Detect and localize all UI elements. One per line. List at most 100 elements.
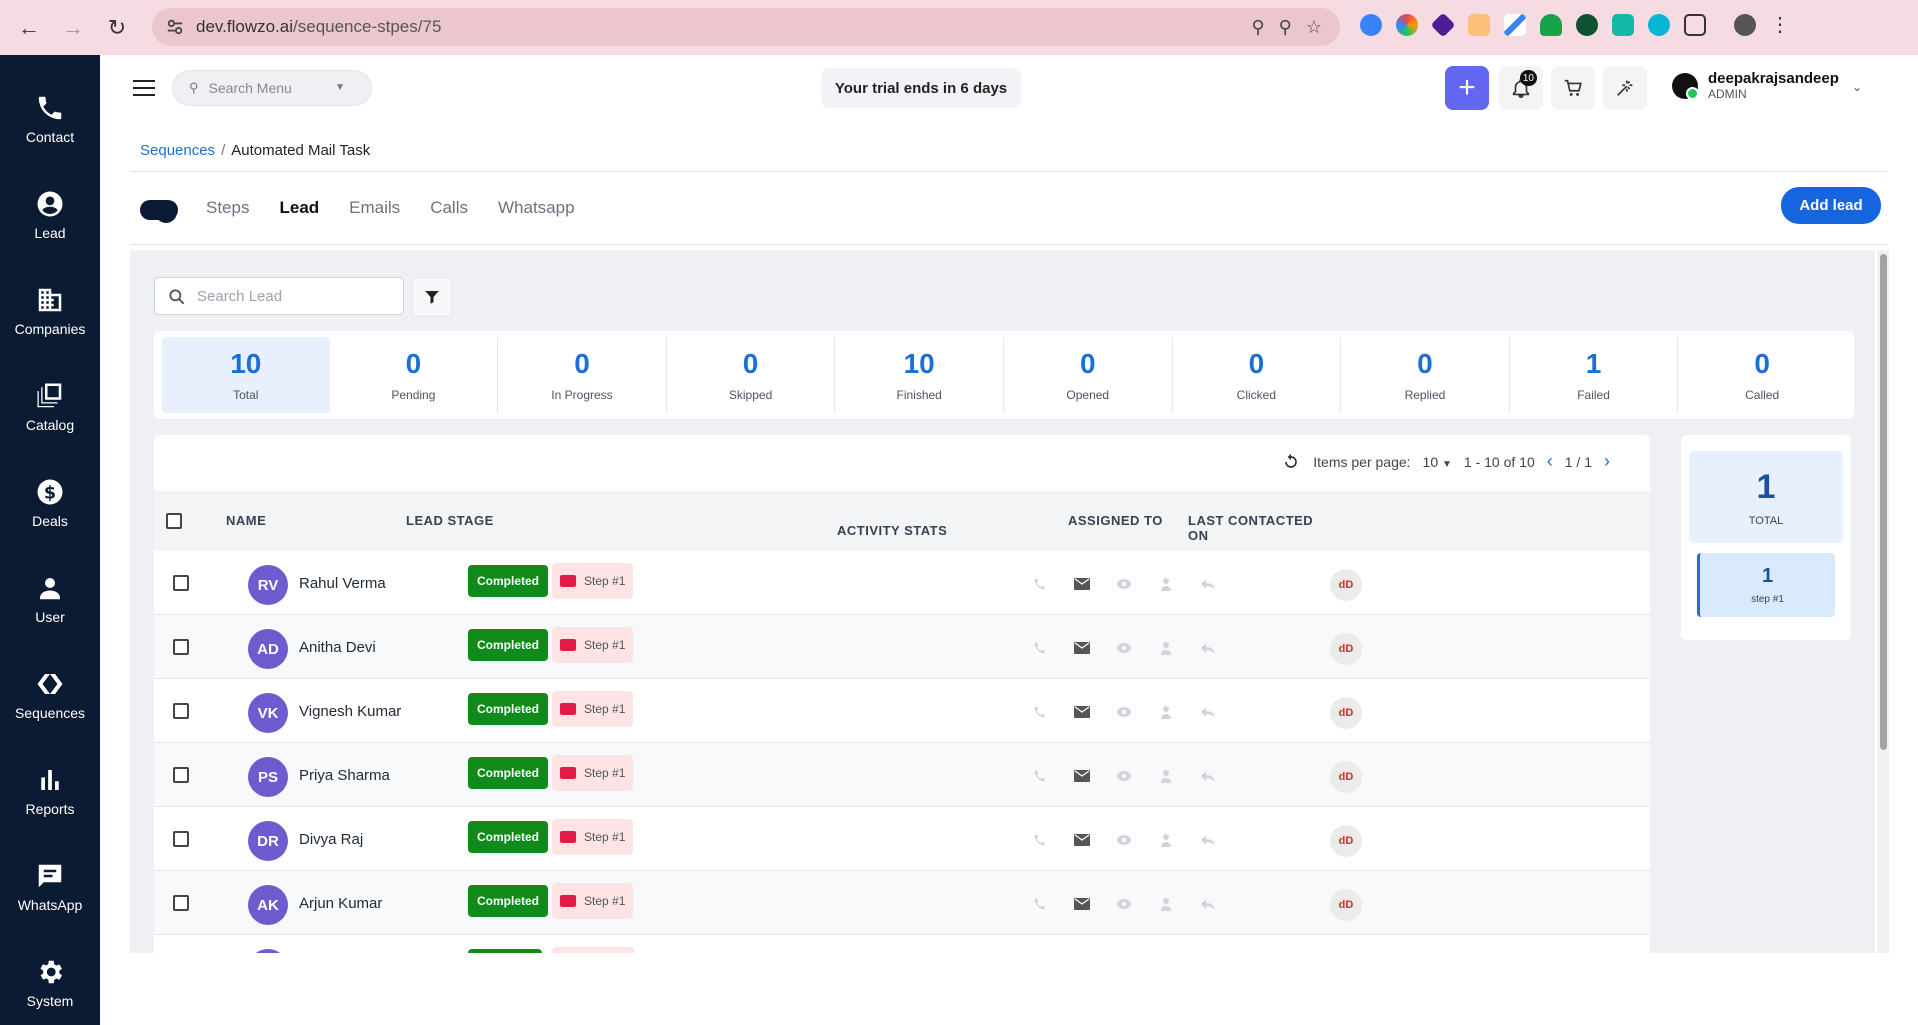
row-checkbox[interactable] xyxy=(173,575,189,591)
assignee-avatar[interactable]: dD xyxy=(1330,761,1362,793)
assignee-avatar[interactable]: dD xyxy=(1330,569,1362,601)
table-row[interactable]: AD Anitha Devi Completed Step #1 dD xyxy=(154,615,1650,679)
step-chip[interactable]: Step #1 xyxy=(552,563,634,599)
table-row[interactable]: PS Priya Sharma Completed Step #1 dD xyxy=(154,743,1650,807)
extension-icon[interactable] xyxy=(1540,13,1562,36)
forward-arrow-icon[interactable]: → xyxy=(58,13,88,43)
tab-emails[interactable]: Emails xyxy=(349,198,400,218)
items-per-page-select[interactable]: 10 ▼ xyxy=(1423,454,1452,470)
sidebar-item-deals[interactable]: $ Deals xyxy=(0,463,100,553)
step-chip[interactable]: Step #1 xyxy=(552,755,634,791)
select-all-checkbox[interactable] xyxy=(166,513,182,529)
extension-icon[interactable] xyxy=(1612,13,1634,36)
kebab-menu-icon[interactable]: ⋮ xyxy=(1770,12,1790,37)
cart-button[interactable] xyxy=(1551,66,1595,110)
chevron-down-icon[interactable]: ⌄ xyxy=(1852,80,1862,94)
reload-icon[interactable]: ↻ xyxy=(102,13,132,43)
sequence-active-toggle[interactable] xyxy=(140,200,178,222)
extension-icon[interactable] xyxy=(1360,13,1382,36)
sidebar-item-system[interactable]: System xyxy=(0,943,100,1025)
step-chip[interactable]: Step #1 xyxy=(552,819,634,855)
bookmark-star-icon[interactable]: ☆ xyxy=(1306,17,1322,38)
refresh-icon[interactable] xyxy=(1281,452,1301,472)
summary-step-1[interactable]: 1 step #1 xyxy=(1697,553,1835,617)
sidebar-item-user[interactable]: User xyxy=(0,559,100,649)
filter-button[interactable] xyxy=(412,277,452,317)
search-lead-input[interactable]: Search Lead xyxy=(154,277,404,315)
extension-icon[interactable] xyxy=(1430,12,1456,37)
stat-clicked[interactable]: 0 Clicked xyxy=(1171,337,1341,413)
profile-avatar[interactable] xyxy=(1734,13,1756,36)
stat-replied[interactable]: 0 Replied xyxy=(1340,337,1509,413)
stat-opened[interactable]: 0 Opened xyxy=(1002,337,1172,413)
lead-name[interactable]: Divya Raj xyxy=(299,831,363,848)
puzzle-extensions-icon[interactable] xyxy=(1684,13,1706,36)
column-header-lead-stage[interactable]: LEAD STAGE xyxy=(406,513,494,528)
table-row[interactable]: AK Arjun Kumar Completed Step #1 dD xyxy=(154,871,1650,935)
extension-icon[interactable] xyxy=(1468,13,1490,36)
extension-icon[interactable] xyxy=(1396,13,1418,36)
stat-finished[interactable]: 10 Finished xyxy=(834,337,1003,413)
extension-icon[interactable] xyxy=(1576,13,1598,36)
back-arrow-icon[interactable]: ← xyxy=(14,13,44,43)
create-new-button[interactable]: + xyxy=(1445,66,1489,110)
user-menu[interactable]: deepakrajsandeep ADMIN xyxy=(1672,70,1839,101)
tab-whatsapp[interactable]: Whatsapp xyxy=(498,198,575,218)
magic-tools-button[interactable] xyxy=(1603,66,1647,110)
tab-lead[interactable]: Lead xyxy=(279,198,319,218)
breadcrumb-sequences-link[interactable]: Sequences xyxy=(140,142,215,159)
row-checkbox[interactable] xyxy=(173,895,189,911)
sidebar-item-lead[interactable]: Lead xyxy=(0,175,100,265)
lead-name[interactable]: Arjun Kumar xyxy=(299,895,382,912)
step-chip[interactable]: Step #1 xyxy=(552,627,634,663)
sidebar-item-companies[interactable]: Companies xyxy=(0,271,100,361)
step-chip[interactable]: Step #1 xyxy=(552,691,634,727)
tab-calls[interactable]: Calls xyxy=(430,198,468,218)
sidebar-item-catalog[interactable]: Catalog xyxy=(0,367,100,457)
column-header-last-contacted[interactable]: LAST CONTACTED ON xyxy=(1188,513,1313,543)
assignee-avatar[interactable]: dD xyxy=(1330,697,1362,729)
table-row[interactable]: VK Vignesh Kumar Completed Step #1 dD xyxy=(154,679,1650,743)
extension-icon[interactable] xyxy=(1648,13,1670,36)
extension-icon[interactable] xyxy=(1504,13,1526,36)
step-chip[interactable] xyxy=(552,947,634,953)
stat-failed[interactable]: 1 Failed xyxy=(1508,337,1678,413)
stat-in-progress[interactable]: 0 In Progress xyxy=(497,337,666,413)
lead-name[interactable]: Rahul Verma xyxy=(299,575,386,592)
table-row[interactable]: DR Divya Raj Completed Step #1 dD xyxy=(154,807,1650,871)
lead-name[interactable]: Anitha Devi xyxy=(299,639,376,656)
assignee-avatar[interactable]: dD xyxy=(1330,633,1362,665)
stat-called[interactable]: 0 Called xyxy=(1677,337,1846,413)
table-row[interactable]: RV Rahul Verma Completed Step #1 dD xyxy=(154,551,1650,615)
table-row[interactable] xyxy=(154,935,1650,953)
sidebar-item-reports[interactable]: Reports xyxy=(0,751,100,841)
row-checkbox[interactable] xyxy=(173,767,189,783)
stat-pending[interactable]: 0 Pending xyxy=(330,337,498,413)
lead-name[interactable]: Priya Sharma xyxy=(299,767,390,784)
password-key-icon[interactable]: ⚲ xyxy=(1251,17,1264,38)
assignee-avatar[interactable]: dD xyxy=(1330,825,1362,857)
notifications-button[interactable]: 10 xyxy=(1499,66,1543,110)
sidebar-item-whatsapp[interactable]: WhatsApp xyxy=(0,847,100,937)
column-header-activity-stats[interactable]: ACTIVITY STATS xyxy=(837,523,947,538)
hamburger-menu-icon[interactable] xyxy=(133,80,155,96)
row-checkbox[interactable] xyxy=(173,639,189,655)
zoom-icon[interactable]: ⚲ xyxy=(1279,17,1292,38)
step-chip[interactable]: Step #1 xyxy=(552,883,634,919)
scrollbar-thumb[interactable] xyxy=(1880,254,1887,750)
row-checkbox[interactable] xyxy=(173,703,189,719)
assignee-avatar[interactable]: dD xyxy=(1330,889,1362,921)
chevron-down-icon[interactable]: ▼ xyxy=(335,82,345,93)
column-header-assigned-to[interactable]: ASSIGNED TO xyxy=(1068,513,1163,528)
stat-skipped[interactable]: 0 Skipped xyxy=(665,337,835,413)
column-header-name[interactable]: NAME xyxy=(226,513,266,528)
tab-steps[interactable]: Steps xyxy=(206,198,249,218)
add-lead-button[interactable]: Add lead xyxy=(1781,187,1881,224)
summary-total[interactable]: 1 TOTAL xyxy=(1689,451,1843,543)
lead-name[interactable]: Vignesh Kumar xyxy=(299,703,401,720)
stat-total[interactable]: 10 Total xyxy=(162,337,330,413)
address-bar[interactable]: dev.flowzo.ai/sequence-stpes/75 ⚲ ⚲ ☆ xyxy=(152,8,1340,46)
previous-page-icon[interactable]: ‹ xyxy=(1547,451,1553,472)
search-menu-input[interactable]: ⚲ Search Menu ▼ xyxy=(172,70,372,106)
sidebar-item-sequences[interactable]: Sequences xyxy=(0,655,100,745)
